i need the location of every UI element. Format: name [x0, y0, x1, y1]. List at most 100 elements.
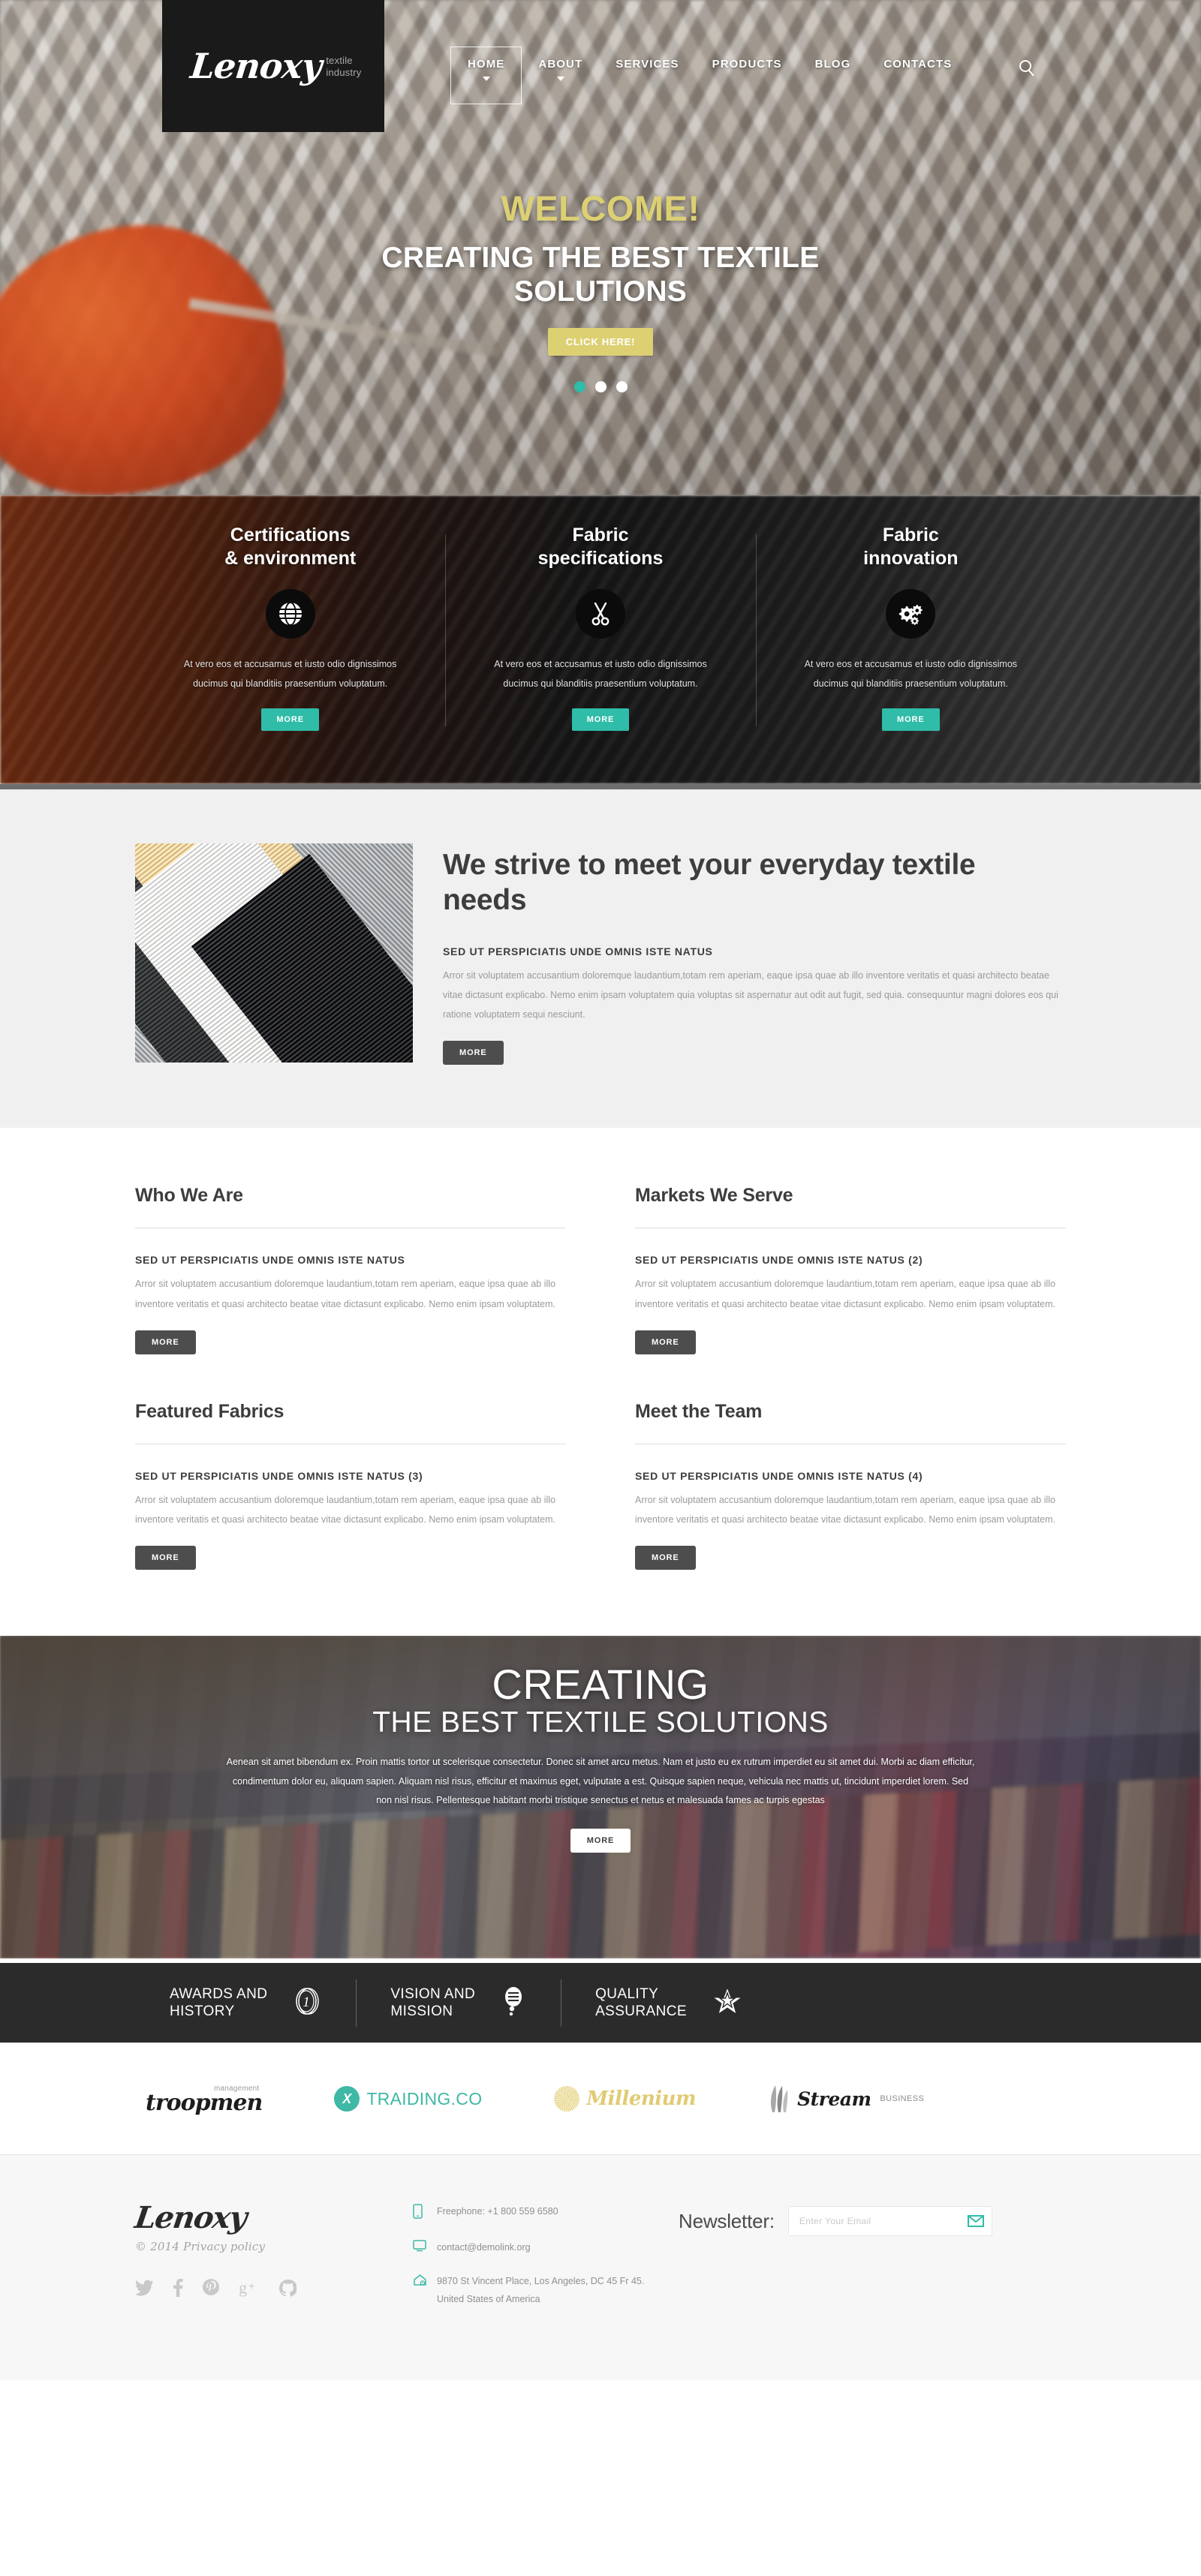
info-block-subheading: SED UT PERSPICIATIS UNDE OMNIS ISTE NATU… [135, 1254, 405, 1267]
globe-icon [265, 589, 315, 639]
twitter-icon[interactable] [135, 2280, 153, 2300]
info-block-more-button[interactable]: MORE [135, 1330, 196, 1354]
medal-number-one-icon: 1 [293, 1985, 321, 2021]
slider-dot-2[interactable] [594, 381, 607, 393]
feature-card-text: At vero eos et accusamus et iusto odio d… [183, 659, 397, 689]
info-block-more-button[interactable]: MORE [635, 1546, 696, 1571]
nav-item-about[interactable]: ABOUT [522, 47, 599, 104]
info-block-heading: Featured Fabrics [135, 1401, 566, 1444]
nav-item-blog-label: BLOG [814, 58, 851, 71]
info-block-markets-we-serve: Markets We Serve SED UT PERSPICIATIS UND… [635, 1185, 1066, 1354]
feature-more-button[interactable]: MORE [261, 708, 319, 732]
nav-item-services-label: SERVICES [616, 58, 679, 71]
hero-welcome-text: WELCOME! [501, 188, 700, 228]
feature-more-button[interactable]: MORE [571, 708, 630, 732]
contact-phone: Freephone: +1 800 559 6580 [413, 2203, 661, 2223]
slider-pagination [0, 381, 1201, 393]
logo[interactable]: Lenoxy textile industry [162, 0, 384, 132]
home-icon [413, 2273, 427, 2290]
github-icon[interactable] [278, 2279, 297, 2301]
svg-text:+: + [248, 2280, 254, 2292]
footer-logo[interactable]: Lenoxy [133, 2200, 415, 2235]
slider-dot-3[interactable] [616, 381, 628, 393]
nav-item-home[interactable]: HOME [450, 47, 522, 104]
info-block-subheading: SED UT PERSPICIATIS UNDE OMNIS ISTE NATU… [135, 1469, 423, 1482]
gears-icon [886, 589, 936, 639]
footer-contacts-column: Freephone: +1 800 559 6580 contact@demol… [413, 2203, 661, 2324]
feature-title-line2: & environment [224, 547, 357, 569]
info-block-subheading: SED UT PERSPICIATIS UNDE OMNIS ISTE NATU… [635, 1254, 923, 1267]
newsletter-email-input[interactable] [788, 2207, 992, 2236]
logo-tagline-line1: textile [326, 54, 353, 66]
strive-more-button[interactable]: MORE [443, 1041, 504, 1066]
google-plus-icon[interactable]: g + [239, 2278, 260, 2301]
partner-logo-troopmen[interactable]: management troopmen [146, 2085, 263, 2116]
feature-card-certifications: Certifications & environment At vero eos… [135, 524, 445, 732]
stat-label-line2: HISTORY [170, 2003, 235, 2020]
leaf-icon [768, 2085, 790, 2113]
partner-logo-traiding[interactable]: X TRAIDING.CO [334, 2086, 482, 2112]
info-block-who-we-are: Who We Are SED UT PERSPICIATIS UNDE OMNI… [135, 1185, 566, 1354]
nav-item-products[interactable]: PRODUCTS [696, 47, 799, 104]
pinterest-icon[interactable] [203, 2279, 219, 2301]
partner-traiding-name: TRAIDING.CO [366, 2088, 483, 2109]
stat-label-line2: MISSION [390, 2003, 453, 2020]
hero-content: WELCOME! CREATING THE BEST TEXTILE SOLUT… [0, 188, 1201, 393]
info-block-heading: Who We Are [135, 1185, 566, 1229]
stat-label-line2: ASSURANCE [595, 2003, 687, 2020]
info-block-featured-fabrics: Featured Fabrics SED UT PERSPICIATIS UND… [135, 1401, 566, 1571]
partner-troopmen-name: troopmen [146, 2089, 263, 2116]
partner-logo-millenium[interactable]: Millenium [554, 2086, 697, 2112]
feature-title-line1: Fabric [882, 525, 939, 546]
stat-label-line1: VISION AND [390, 1985, 476, 2002]
stat-vision-and-mission[interactable]: VISION AND MISSION [356, 1978, 561, 2029]
hero-cta-button[interactable]: CLICK HERE! [547, 328, 654, 356]
strive-heading: We strive to meet your everyday textile … [443, 849, 976, 916]
logo-tagline: textile industry [326, 55, 361, 84]
features-section: Certifications & environment At vero eos… [0, 495, 1201, 789]
contact-address: 9870 St Vincent Place, Los Angeles, DC 4… [413, 2273, 661, 2307]
feature-card-text: At vero eos et accusamus et iusto odio d… [804, 659, 1018, 689]
logo-tagline-line2: industry [326, 66, 362, 78]
nav-item-products-label: PRODUCTS [712, 58, 782, 71]
stat-label: AWARDS AND HISTORY [170, 1985, 267, 2021]
envelope-icon[interactable] [967, 2215, 984, 2228]
stat-quality-assurance[interactable]: QUALITY ASSURANCE [561, 1978, 777, 2029]
info-block-meet-the-team: Meet the Team SED UT PERSPICIATIS UNDE O… [635, 1401, 1066, 1571]
nav-item-home-label: HOME [468, 58, 505, 71]
nav-item-services[interactable]: SERVICES [599, 47, 695, 104]
feature-title-line1: Certifications [230, 525, 351, 546]
feature-title-line2: innovation [863, 547, 959, 569]
search-icon[interactable] [1017, 59, 1037, 78]
info-block-more-button[interactable]: MORE [635, 1330, 696, 1354]
slider-dot-1[interactable] [573, 381, 585, 393]
contact-email-text: contact@demolink.org [437, 2242, 531, 2253]
info-block-more-button[interactable]: MORE [135, 1546, 196, 1571]
scissors-icon [575, 589, 625, 639]
stat-label-line1: QUALITY [595, 1985, 659, 2002]
stat-awards-and-history[interactable]: AWARDS AND HISTORY 1 [135, 1978, 356, 2029]
parallax-paragraph: Aenean sit amet bibendum ex. Proin matti… [226, 1757, 975, 1806]
info-block-paragraph: Arror sit voluptatem accusantium dolorem… [635, 1279, 1056, 1309]
phone-icon [413, 2203, 427, 2223]
speech-bubble-icon [501, 1985, 526, 2021]
monitor-icon [413, 2239, 427, 2256]
newsletter-form: Newsletter: [661, 2203, 1066, 2237]
nav-item-blog[interactable]: BLOG [799, 47, 868, 104]
facebook-icon[interactable] [173, 2279, 183, 2301]
info-block-paragraph: Arror sit voluptatem accusantium dolorem… [135, 1494, 556, 1525]
partner-stream-sub: BUSINESS [880, 2094, 925, 2104]
partner-logo-stream[interactable]: Stream BUSINESS [768, 2085, 925, 2113]
nav-item-about-label: ABOUT [538, 58, 583, 71]
info-block-paragraph: Arror sit voluptatem accusantium dolorem… [135, 1279, 556, 1309]
parallax-more-button[interactable]: MORE [570, 1828, 631, 1853]
feature-card-title: Fabric innovation [790, 524, 1031, 570]
feature-card-innovation: Fabric innovation At vero eos et accusam… [755, 524, 1066, 732]
feature-card-specifications: Fabric specifications At vero eos et acc… [445, 524, 755, 732]
x-circle-icon: X [334, 2086, 360, 2112]
nav-item-contacts[interactable]: CONTACTS [867, 47, 968, 104]
contact-email[interactable]: contact@demolink.org [413, 2239, 661, 2256]
feature-more-button[interactable]: MORE [882, 708, 940, 732]
strive-section: We strive to meet your everyday textile … [0, 789, 1201, 1129]
site-header: Lenoxy textile industry HOME ABOUT SERVI… [0, 0, 1201, 132]
